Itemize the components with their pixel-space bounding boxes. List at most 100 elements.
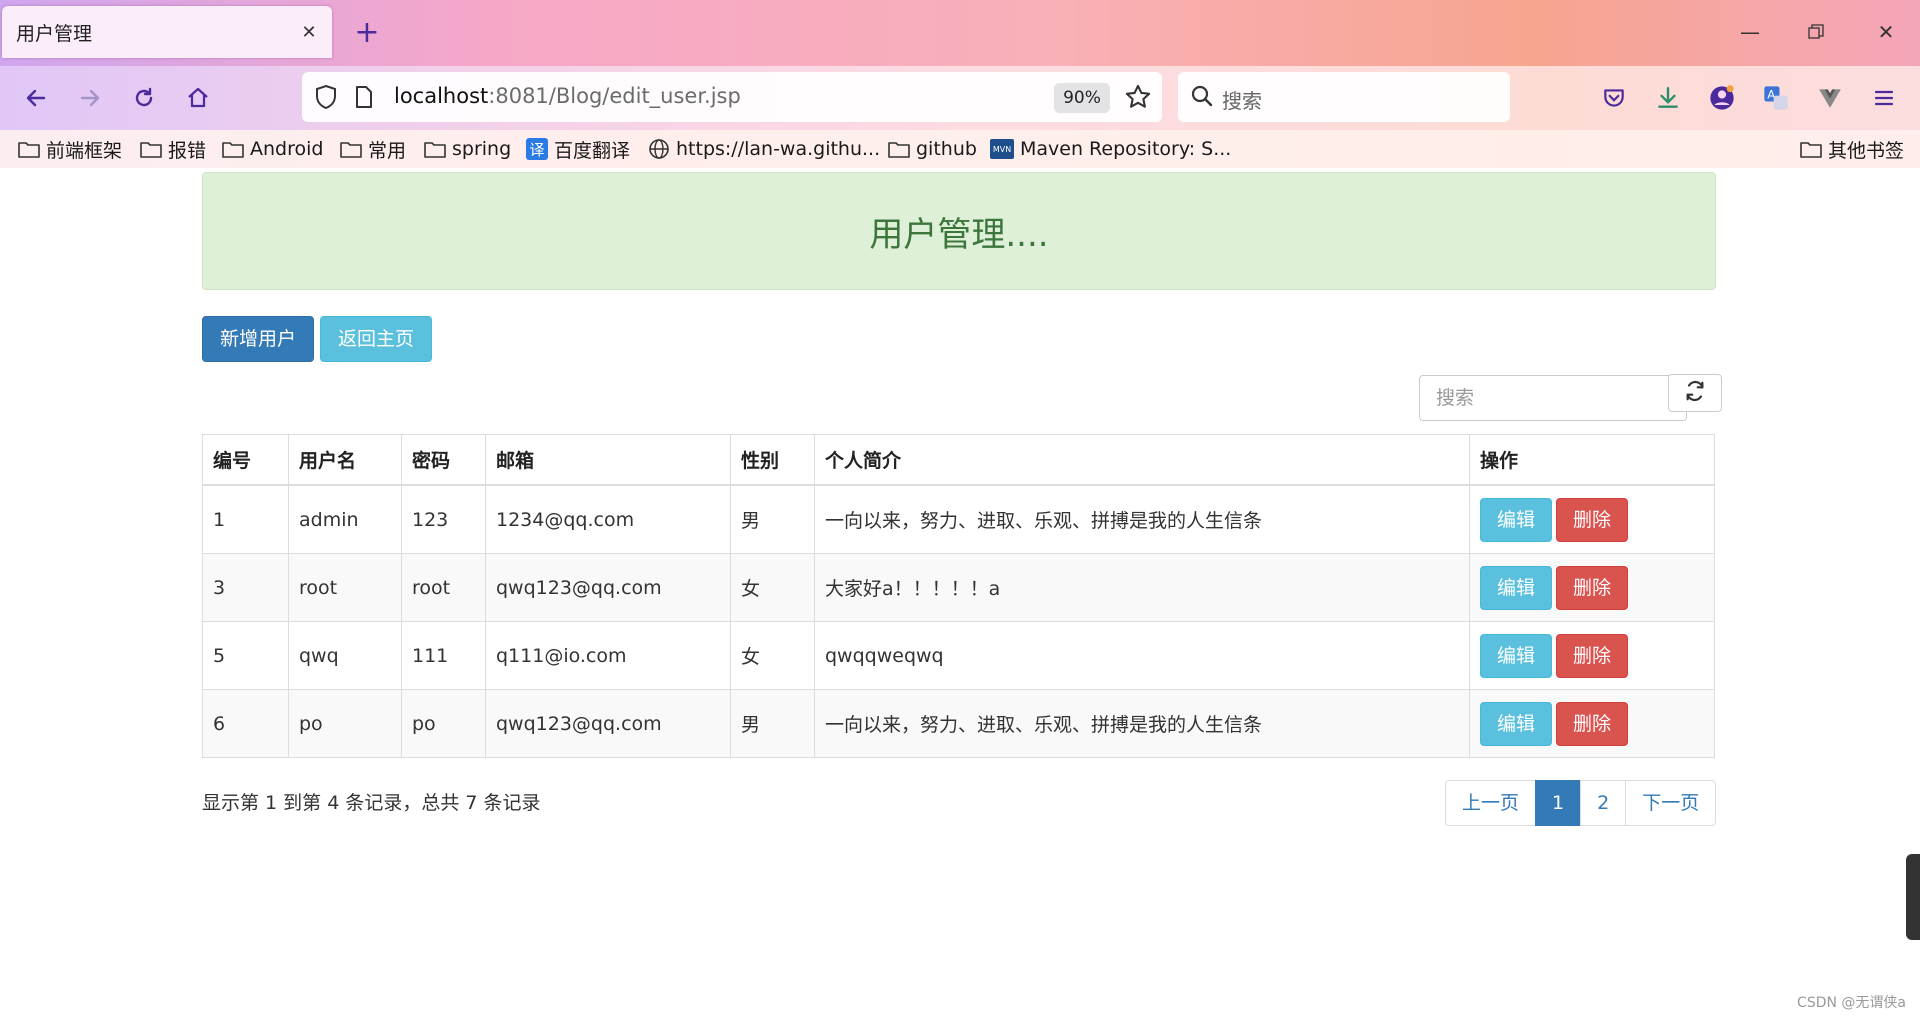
bookmark-android[interactable]: Android <box>222 136 323 162</box>
back-home-button[interactable]: 返回主页 <box>320 316 432 362</box>
bookmark-label: 其他书签 <box>1828 139 1905 162</box>
table-row: 6 po po qwq123@qq.com 男 一向以来，努力、进取、乐观、拼搏… <box>202 689 1715 758</box>
cell-actions: 编辑 删除 <box>1469 621 1715 690</box>
next-page-button[interactable]: 下一页 <box>1625 780 1717 826</box>
globe-icon <box>648 138 670 160</box>
restore-icon[interactable] <box>1796 14 1836 50</box>
cell-username: admin <box>288 484 402 554</box>
column-header[interactable]: 邮箱 <box>485 434 731 486</box>
cell-gender: 女 <box>730 621 815 690</box>
page-content: 用户管理.... 新增用户 返回主页 编号 用户名 密码 邮箱 性别 个人简介 … <box>0 168 1920 1020</box>
bookmark-errors[interactable]: 报错 <box>140 136 206 162</box>
refresh-button[interactable] <box>1668 374 1722 412</box>
page-button-1[interactable]: 1 <box>1535 780 1582 826</box>
bookmark-common[interactable]: 常用 <box>340 136 406 162</box>
cell-username: root <box>288 553 402 622</box>
page-button-2[interactable]: 2 <box>1580 780 1627 826</box>
browser-tab-active[interactable]: 用户管理 ✕ <box>2 6 332 58</box>
address-bar[interactable]: localhost:8081/Blog/edit_user.jsp 90% <box>302 72 1162 122</box>
folder-icon <box>340 140 362 158</box>
watermark: CSDN @无谓侠a <box>1797 995 1906 1011</box>
column-header[interactable]: 用户名 <box>288 434 402 486</box>
tab-bar: 用户管理 ✕ + — ✕ <box>0 0 1920 66</box>
url-text[interactable]: localhost:8081/Blog/edit_user.jsp <box>394 84 741 108</box>
column-header[interactable]: 密码 <box>401 434 486 486</box>
folder-icon <box>18 140 40 158</box>
table-row: 1 admin 123 1234@qq.com 男 一向以来，努力、进取、乐观、… <box>202 484 1715 554</box>
folder-icon <box>222 140 244 158</box>
tab-close-icon[interactable]: ✕ <box>294 17 324 47</box>
downloads-icon[interactable] <box>1650 80 1686 116</box>
bookmark-lan-wa-github[interactable]: https://lan-wa.githu... <box>648 136 880 162</box>
new-tab-icon[interactable]: + <box>352 18 382 48</box>
pagination-info: 显示第 1 到第 4 条记录，总共 7 条记录 <box>202 792 541 814</box>
add-user-button[interactable]: 新增用户 <box>202 316 314 362</box>
translate-icon: 译 <box>526 138 548 160</box>
shield-icon[interactable] <box>314 84 338 114</box>
menu-icon[interactable] <box>1866 80 1902 116</box>
bookmark-star-icon[interactable] <box>1124 83 1152 115</box>
delete-button[interactable]: 删除 <box>1556 565 1628 610</box>
reload-icon[interactable] <box>126 80 162 116</box>
page-title: 用户管理.... <box>202 172 1716 290</box>
cell-password: root <box>401 553 486 622</box>
bookmark-label: github <box>916 138 977 160</box>
edit-button[interactable]: 编辑 <box>1480 701 1552 746</box>
vue-devtools-icon[interactable] <box>1812 80 1848 116</box>
column-header[interactable]: 个人简介 <box>814 434 1470 486</box>
cell-password: po <box>401 689 486 758</box>
browser-search-bar[interactable]: 搜索 <box>1178 72 1510 122</box>
close-window-icon[interactable]: ✕ <box>1866 14 1906 50</box>
edit-button[interactable]: 编辑 <box>1480 565 1552 610</box>
bookmark-label: 百度翻译 <box>554 139 631 162</box>
cell-bio: 一向以来，努力、进取、乐观、拼搏是我的人生信条 <box>814 689 1470 758</box>
cell-password: 111 <box>401 621 486 690</box>
home-icon[interactable] <box>180 80 216 116</box>
pocket-icon[interactable] <box>1596 80 1632 116</box>
edit-button[interactable]: 编辑 <box>1480 497 1552 542</box>
table-row: 3 root root qwq123@qq.com 女 大家好a！！！！！a 编… <box>202 553 1715 622</box>
forward-icon[interactable] <box>72 80 108 116</box>
minimize-icon[interactable]: — <box>1730 14 1770 50</box>
bookmark-maven[interactable]: MVN Maven Repository: S... <box>990 136 1231 162</box>
cell-bio: 大家好a！！！！！a <box>814 553 1470 622</box>
delete-button[interactable]: 删除 <box>1556 633 1628 678</box>
navigation-toolbar: localhost:8081/Blog/edit_user.jsp 90% 搜索… <box>0 66 1920 130</box>
page-info-icon[interactable] <box>354 85 374 113</box>
bookmark-spring[interactable]: spring <box>424 136 511 162</box>
cell-gender: 男 <box>730 484 815 554</box>
bookmark-label: 前端框架 <box>46 139 123 162</box>
cell-bio: 一向以来，努力、进取、乐观、拼搏是我的人生信条 <box>814 484 1470 554</box>
side-panel-handle[interactable] <box>1906 854 1920 940</box>
translate-extension-icon[interactable]: A <box>1758 80 1794 116</box>
bookmark-other[interactable]: 其他书签 <box>1800 136 1904 162</box>
cell-id: 6 <box>202 689 289 758</box>
browser-chrome: 用户管理 ✕ + — ✕ localhost:8081/Blog/edit_us… <box>0 0 1920 168</box>
back-icon[interactable] <box>18 80 54 116</box>
bookmarks-toolbar: 前端框架 报错 Android 常用 spring 译 百度翻译 https:/… <box>0 130 1920 168</box>
edit-button[interactable]: 编辑 <box>1480 633 1552 678</box>
column-header[interactable]: 性别 <box>730 434 815 486</box>
prev-page-button[interactable]: 上一页 <box>1445 780 1537 826</box>
zoom-level[interactable]: 90% <box>1054 83 1110 113</box>
cell-email: qwq123@qq.com <box>485 689 731 758</box>
account-icon[interactable] <box>1704 80 1740 116</box>
cell-email: 1234@qq.com <box>485 484 731 554</box>
table-header-row: 编号 用户名 密码 邮箱 性别 个人简介 操作 <box>202 434 1715 486</box>
bookmark-frontend[interactable]: 前端框架 <box>18 136 122 162</box>
search-input[interactable] <box>1419 375 1687 421</box>
pagination: 上一页 1 2 下一页 <box>1445 780 1717 826</box>
users-table: 编号 用户名 密码 邮箱 性别 个人简介 操作 1 admin 123 1234… <box>202 434 1715 758</box>
cell-email: q111@io.com <box>485 621 731 690</box>
cell-gender: 男 <box>730 689 815 758</box>
bookmark-baidu-translate[interactable]: 译 百度翻译 <box>526 136 630 162</box>
cell-actions: 编辑 删除 <box>1469 553 1715 622</box>
column-header[interactable]: 编号 <box>202 434 289 486</box>
browser-search-placeholder: 搜索 <box>1222 89 1262 113</box>
bookmark-github[interactable]: github <box>888 136 977 162</box>
bookmark-label: 报错 <box>168 139 207 162</box>
cell-gender: 女 <box>730 553 815 622</box>
delete-button[interactable]: 删除 <box>1556 701 1628 746</box>
folder-icon <box>888 140 910 158</box>
delete-button[interactable]: 删除 <box>1556 497 1628 542</box>
